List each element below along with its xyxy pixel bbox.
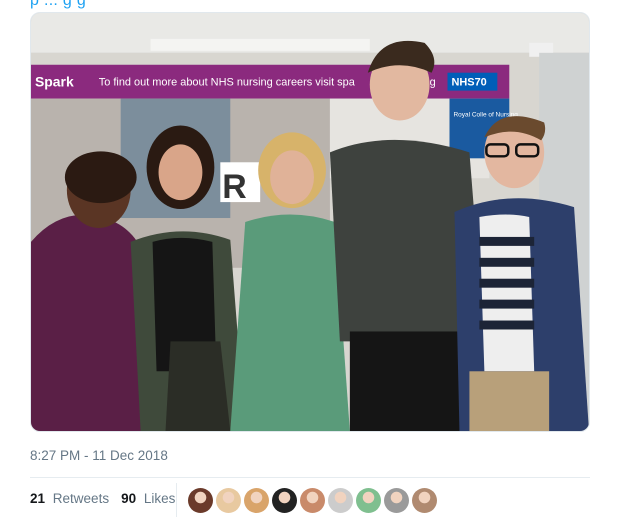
tweet-timestamp[interactable]: 8:27 PM - 11 Dec 2018 [30, 448, 168, 463]
avatar-2[interactable] [216, 488, 241, 513]
nhs70-badge: NHS70 [451, 77, 486, 89]
tweet-text-cut: p ... g g [30, 0, 87, 9]
banner-text: To find out more about NHS nursing caree… [99, 77, 356, 89]
likes-stat[interactable]: 90 Likes [121, 491, 175, 506]
banner-text-end: g [430, 77, 436, 89]
tweet-stats: 21 Retweets 90 Likes [30, 491, 187, 506]
tweet-text-fragment: p ... g g [0, 0, 624, 12]
tweet-photo[interactable]: Spark To find out more about NHS nursing… [30, 12, 590, 432]
avatar-8[interactable] [384, 488, 409, 513]
stats-separator [176, 483, 177, 517]
avatar-3[interactable] [244, 488, 269, 513]
retweets-label: Retweets [52, 491, 110, 506]
avatar-5[interactable] [300, 488, 325, 513]
liker-avatars [188, 488, 440, 513]
avatar-7[interactable] [356, 488, 381, 513]
banner-brand: Spark [35, 74, 74, 90]
likes-count: 90 [121, 491, 137, 506]
avatar-9[interactable] [412, 488, 437, 513]
photo-illustration: Spark To find out more about NHS nursing… [31, 13, 589, 431]
avatar-1[interactable] [188, 488, 213, 513]
divider [30, 477, 590, 478]
retweets-count: 21 [30, 491, 46, 506]
likes-label: Likes [143, 491, 176, 506]
retweets-stat[interactable]: 21 Retweets [30, 491, 109, 506]
avatar-4[interactable] [272, 488, 297, 513]
poster-letter: R [222, 168, 246, 206]
avatar-6[interactable] [328, 488, 353, 513]
